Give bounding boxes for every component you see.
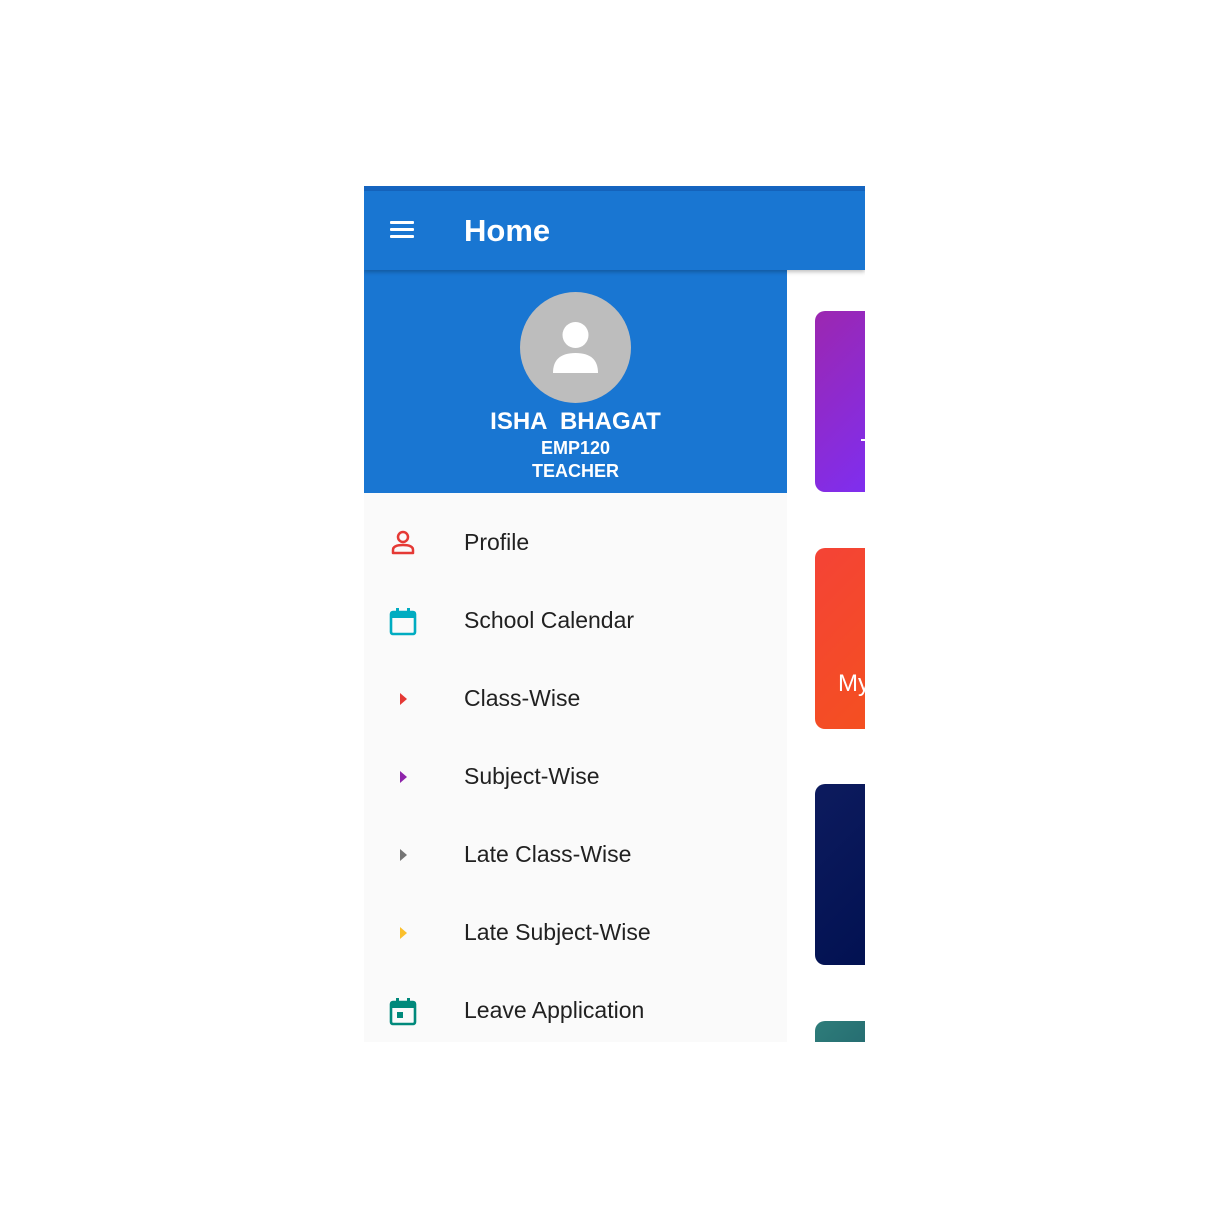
phone-screen: Home My ISHA BHAGAT EMP120 TEACHER Profi… bbox=[364, 186, 865, 1042]
calendar-icon bbox=[389, 608, 417, 636]
card-label: My bbox=[838, 670, 865, 697]
menu-item-label: Leave Application bbox=[464, 997, 645, 1023]
dashboard-card[interactable] bbox=[815, 311, 865, 492]
card-text-fragment bbox=[861, 439, 865, 441]
menu-item-late-class-wise[interactable]: Late Class-Wise bbox=[364, 816, 787, 894]
page-title: Home bbox=[464, 213, 551, 248]
drawer-header: ISHA BHAGAT EMP120 TEACHER bbox=[364, 270, 787, 493]
user-id: EMP120 bbox=[540, 438, 611, 458]
menu-item-label: Subject-Wise bbox=[464, 763, 600, 789]
menu-item-school-calendar[interactable]: School Calendar bbox=[364, 582, 787, 660]
menu-icon[interactable] bbox=[386, 217, 420, 243]
menu-item-label: Late Subject-Wise bbox=[464, 919, 651, 945]
menu-item-subject-wise[interactable]: Subject-Wise bbox=[364, 738, 787, 816]
arrow-right-icon bbox=[400, 849, 407, 861]
menu-item-label: Late Class-Wise bbox=[464, 841, 632, 867]
menu-item-profile[interactable]: Profile bbox=[364, 504, 787, 582]
dashboard-card[interactable]: My bbox=[815, 548, 865, 729]
avatar[interactable] bbox=[520, 292, 631, 403]
dashboard-card[interactable] bbox=[815, 1021, 865, 1042]
menu-item-label: Class-Wise bbox=[464, 685, 581, 711]
arrow-right-icon bbox=[400, 771, 407, 783]
arrow-right-icon bbox=[400, 927, 407, 939]
person-icon bbox=[391, 530, 415, 555]
menu-item-leave-application[interactable]: Leave Application bbox=[364, 972, 787, 1042]
person-avatar-icon bbox=[553, 322, 598, 373]
menu-item-late-subject-wise[interactable]: Late Subject-Wise bbox=[364, 894, 787, 972]
dashboard-card[interactable] bbox=[815, 784, 865, 965]
menu-item-label: School Calendar bbox=[464, 607, 635, 633]
user-role: TEACHER bbox=[531, 461, 619, 481]
menu-item-class-wise[interactable]: Class-Wise bbox=[364, 660, 787, 738]
arrow-right-icon bbox=[400, 693, 407, 705]
menu-item-label: Profile bbox=[464, 529, 530, 555]
user-name: ISHA BHAGAT bbox=[490, 408, 661, 435]
app-bar: Home bbox=[364, 191, 865, 270]
event-icon bbox=[389, 998, 417, 1026]
navigation-drawer: ISHA BHAGAT EMP120 TEACHER Profile Schoo… bbox=[364, 270, 787, 1042]
